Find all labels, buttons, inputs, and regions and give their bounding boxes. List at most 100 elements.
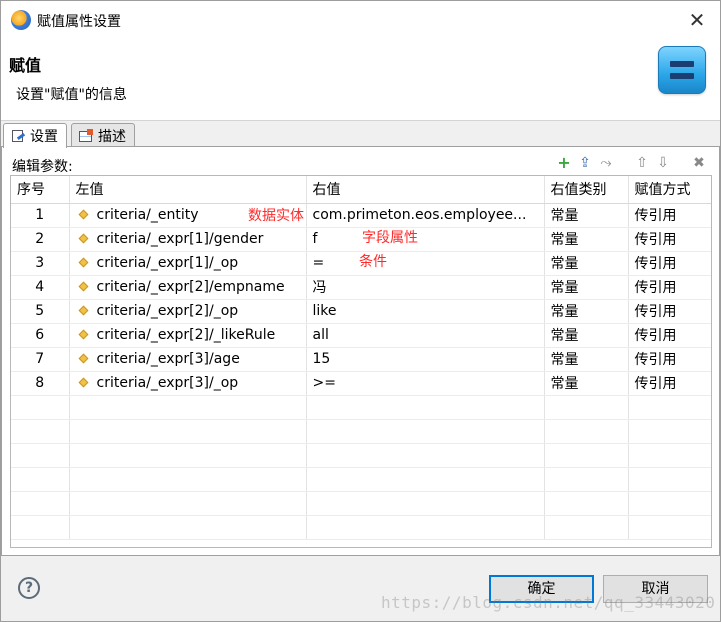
empty-table-row (11, 395, 711, 420)
cell-right-value (306, 515, 545, 540)
cell-assign-mode[interactable]: 传引用 (628, 251, 711, 276)
cell-assign-mode (628, 419, 711, 444)
table-row[interactable]: 8 criteria/_expr[3]/_op >= 常量 传引用 (11, 371, 711, 396)
add-row-icon[interactable]: + (556, 155, 572, 171)
cell-right-value (306, 419, 545, 444)
cell-right-value[interactable]: = (306, 251, 545, 276)
cell-assign-mode[interactable]: 传引用 (628, 371, 711, 396)
cell-left-value[interactable]: criteria/_expr[1]/gender (69, 227, 307, 252)
eos-app-icon (11, 10, 31, 30)
xpath-node-icon (78, 305, 88, 316)
cell-right-type[interactable]: 常量 (544, 299, 629, 324)
edit-params-label: 编辑参数: (12, 159, 73, 175)
cell-left-value[interactable]: criteria/_expr[3]/age (69, 347, 307, 372)
cell-right-type[interactable]: 常量 (544, 347, 629, 372)
cell-index[interactable]: 5 (11, 299, 70, 324)
settings-panel: 编辑参数: + ⇪ ⤳ ⇧ ⇩ ✖ 序号 左值 右值 右值类别 赋值方式 1 c… (1, 146, 720, 556)
cell-left-value (69, 395, 307, 420)
cell-left-value[interactable]: criteria/_expr[2]/_likeRule (69, 323, 307, 348)
col-header-mode[interactable]: 赋值方式 (628, 176, 711, 204)
move-down-icon[interactable]: ⇩ (655, 155, 671, 171)
cell-right-type[interactable]: 常量 (544, 227, 629, 252)
xpath-node-icon (78, 233, 88, 244)
cell-right-type (544, 467, 629, 492)
cell-right-value[interactable]: >= (306, 371, 545, 396)
delete-row-icon[interactable]: ✖ (691, 155, 707, 171)
cell-assign-mode[interactable]: 传引用 (628, 227, 711, 252)
left-value-text: criteria/_expr[1]/gender (96, 231, 264, 247)
empty-table-row (11, 491, 711, 516)
cell-assign-mode[interactable]: 传引用 (628, 275, 711, 300)
col-header-right-type[interactable]: 右值类别 (544, 176, 629, 204)
cell-assign-mode[interactable]: 传引用 (628, 347, 711, 372)
cell-index[interactable]: 6 (11, 323, 70, 348)
empty-table-row (11, 515, 711, 540)
params-table[interactable]: 序号 左值 右值 右值类别 赋值方式 1 criteria/_entity com.… (10, 175, 712, 548)
xpath-node-icon (78, 257, 88, 268)
annotation-field: 字段属性 (362, 230, 418, 246)
table-header-row: 序号 左值 右值 右值类别 赋值方式 (11, 176, 711, 204)
cell-right-value[interactable]: 15 (306, 347, 545, 372)
cell-right-value (306, 395, 545, 420)
cell-left-value (69, 419, 307, 444)
cell-right-value[interactable]: f (306, 227, 545, 252)
col-header-index[interactable]: 序号 (11, 176, 70, 204)
cell-assign-mode[interactable]: 传引用 (628, 299, 711, 324)
cell-right-type[interactable]: 常量 (544, 323, 629, 348)
cell-left-value (69, 467, 307, 492)
cell-right-value[interactable]: like (306, 299, 545, 324)
move-up-icon[interactable]: ⇧ (634, 155, 650, 171)
table-row[interactable]: 5 criteria/_expr[2]/_op like 常量 传引用 (11, 299, 711, 324)
close-icon[interactable]: ✕ (684, 7, 710, 33)
cell-right-type (544, 491, 629, 516)
table-row[interactable]: 6 criteria/_expr[2]/_likeRule all 常量 传引用 (11, 323, 711, 348)
cell-right-type[interactable]: 常量 (544, 275, 629, 300)
title-bar: 赋值属性设置 ✕ (1, 1, 720, 39)
toolbar-separator (676, 155, 686, 171)
cell-index[interactable]: 7 (11, 347, 70, 372)
table-row[interactable]: 4 criteria/_expr[2]/empname 冯常量 传引用 (11, 275, 711, 300)
left-value-text: criteria/_entity (96, 207, 199, 223)
header-banner: 赋值 设置"赋值"的信息 (1, 39, 720, 121)
cell-assign-mode (628, 395, 711, 420)
cell-right-type[interactable]: 常量 (544, 251, 629, 276)
window-title: 赋值属性设置 (37, 14, 121, 30)
banner-title: 赋值 (9, 56, 42, 75)
help-icon[interactable]: ? (18, 577, 40, 599)
cell-left-value[interactable]: criteria/_expr[2]/empname (69, 275, 307, 300)
tab-bar: 设置 描述 (1, 121, 720, 148)
col-header-left[interactable]: 左值 (69, 176, 307, 204)
cell-assign-mode[interactable]: 传引用 (628, 203, 711, 228)
cell-right-type[interactable]: 常量 (544, 203, 629, 228)
cell-right-value[interactable]: com.primeton.eos.employee... (306, 203, 545, 228)
branch-icon[interactable]: ⤳ (598, 155, 614, 171)
cell-right-value[interactable]: 冯 (306, 275, 545, 300)
cell-assign-mode (628, 467, 711, 492)
cell-index (11, 395, 70, 420)
cell-right-value[interactable]: all (306, 323, 545, 348)
tab-describe[interactable]: 描述 (71, 123, 135, 147)
describe-grid-icon (78, 128, 94, 143)
tab-settings-label: 设置 (30, 129, 58, 145)
banner-description: 设置"赋值"的信息 (16, 87, 127, 103)
cell-index[interactable]: 2 (11, 227, 70, 252)
cell-index[interactable]: 1 (11, 203, 70, 228)
cell-left-value[interactable]: criteria/_expr[2]/_op (69, 299, 307, 324)
import-icon[interactable]: ⇪ (577, 155, 593, 171)
cell-right-type[interactable]: 常量 (544, 371, 629, 396)
cell-left-value[interactable]: criteria/_expr[1]/_op (69, 251, 307, 276)
table-row[interactable]: 7 criteria/_expr[3]/age 15 常量 传引用 (11, 347, 711, 372)
cell-index[interactable]: 3 (11, 251, 70, 276)
cell-assign-mode (628, 515, 711, 540)
cell-index[interactable]: 8 (11, 371, 70, 396)
xpath-node-icon (78, 353, 88, 364)
col-header-right[interactable]: 右值 (306, 176, 545, 204)
cell-left-value[interactable]: criteria/_expr[3]/_op (69, 371, 307, 396)
annotation-entity: 数据实体 (248, 208, 304, 224)
tab-settings[interactable]: 设置 (3, 123, 67, 148)
cell-index[interactable]: 4 (11, 275, 70, 300)
cell-assign-mode[interactable]: 传引用 (628, 323, 711, 348)
left-value-text: criteria/_expr[3]/age (96, 351, 240, 367)
table-row[interactable]: 1 criteria/_entity com.primeton.eos.employ… (11, 203, 711, 228)
cell-index (11, 491, 70, 516)
